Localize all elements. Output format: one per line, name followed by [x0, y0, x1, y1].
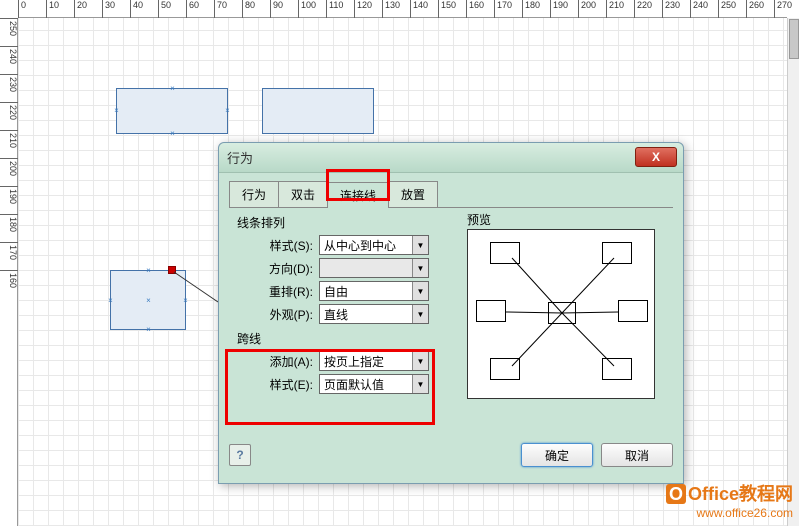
- label-add: 添加(A):: [253, 353, 313, 370]
- combo-crossstyle[interactable]: 页面默认值 ▼: [319, 374, 429, 394]
- combo-rearrange[interactable]: 自由 ▼: [319, 281, 429, 301]
- shape-rect-2[interactable]: [262, 88, 374, 134]
- watermark-url: www.office26.com: [666, 506, 793, 520]
- watermark: OOffice教程网 www.office26.com: [666, 480, 793, 520]
- combo-style[interactable]: 从中心到中心 ▼: [319, 235, 429, 255]
- dialog-footer: ? 确定 取消: [229, 443, 673, 467]
- label-direction: 方向(D):: [253, 260, 313, 277]
- ok-button[interactable]: 确定: [521, 443, 593, 467]
- label-appearance: 外观(P):: [253, 306, 313, 323]
- ruler-horizontal: 0 10 20 30 40 50 60 70 80 90 100 110 120…: [18, 0, 787, 18]
- dialog-body: 行为 双击 连接线 放置 线条排列 样式(S): 从中心到中心 ▼ 方向(D):…: [219, 173, 683, 475]
- watermark-brand: OOffice教程网: [666, 480, 793, 506]
- scrollbar-thumb[interactable]: [789, 19, 799, 59]
- preview-label: 预览: [467, 211, 491, 228]
- preview-box: [467, 229, 655, 399]
- label-crossstyle: 样式(E):: [253, 376, 313, 393]
- chevron-down-icon: ▼: [412, 259, 428, 277]
- chevron-down-icon: ▼: [412, 236, 428, 254]
- dialog-title: 行为: [227, 148, 253, 167]
- help-button[interactable]: ?: [229, 444, 251, 466]
- behavior-dialog: 行为 X 行为 双击 连接线 放置 线条排列 样式(S): 从中心到中心 ▼ 方…: [218, 142, 684, 484]
- tab-strip: 行为 双击 连接线 放置: [229, 181, 673, 208]
- tab-behavior[interactable]: 行为: [229, 181, 279, 207]
- tab-doubleclick[interactable]: 双击: [278, 181, 328, 207]
- ruler-vertical: 250 240 230 220 210 200 190 180 170 160: [0, 18, 18, 526]
- tab-connector[interactable]: 连接线: [327, 182, 389, 208]
- scrollbar-vertical[interactable]: [787, 18, 799, 526]
- chevron-down-icon: ▼: [412, 305, 428, 323]
- combo-direction[interactable]: ▼: [319, 258, 429, 278]
- connector-line[interactable]: [172, 266, 222, 306]
- chevron-down-icon: ▼: [412, 375, 428, 393]
- shape-rect-1[interactable]: × × × ×: [116, 88, 228, 134]
- tab-placement[interactable]: 放置: [388, 181, 438, 207]
- combo-add[interactable]: 按页上指定 ▼: [319, 351, 429, 371]
- close-button[interactable]: X: [635, 147, 677, 167]
- label-style: 样式(S):: [253, 237, 313, 254]
- cancel-button[interactable]: 取消: [601, 443, 673, 467]
- chevron-down-icon: ▼: [412, 282, 428, 300]
- label-rearrange: 重排(R):: [253, 283, 313, 300]
- combo-appearance[interactable]: 直线 ▼: [319, 304, 429, 324]
- dialog-titlebar[interactable]: 行为 X: [219, 143, 683, 173]
- chevron-down-icon: ▼: [412, 352, 428, 370]
